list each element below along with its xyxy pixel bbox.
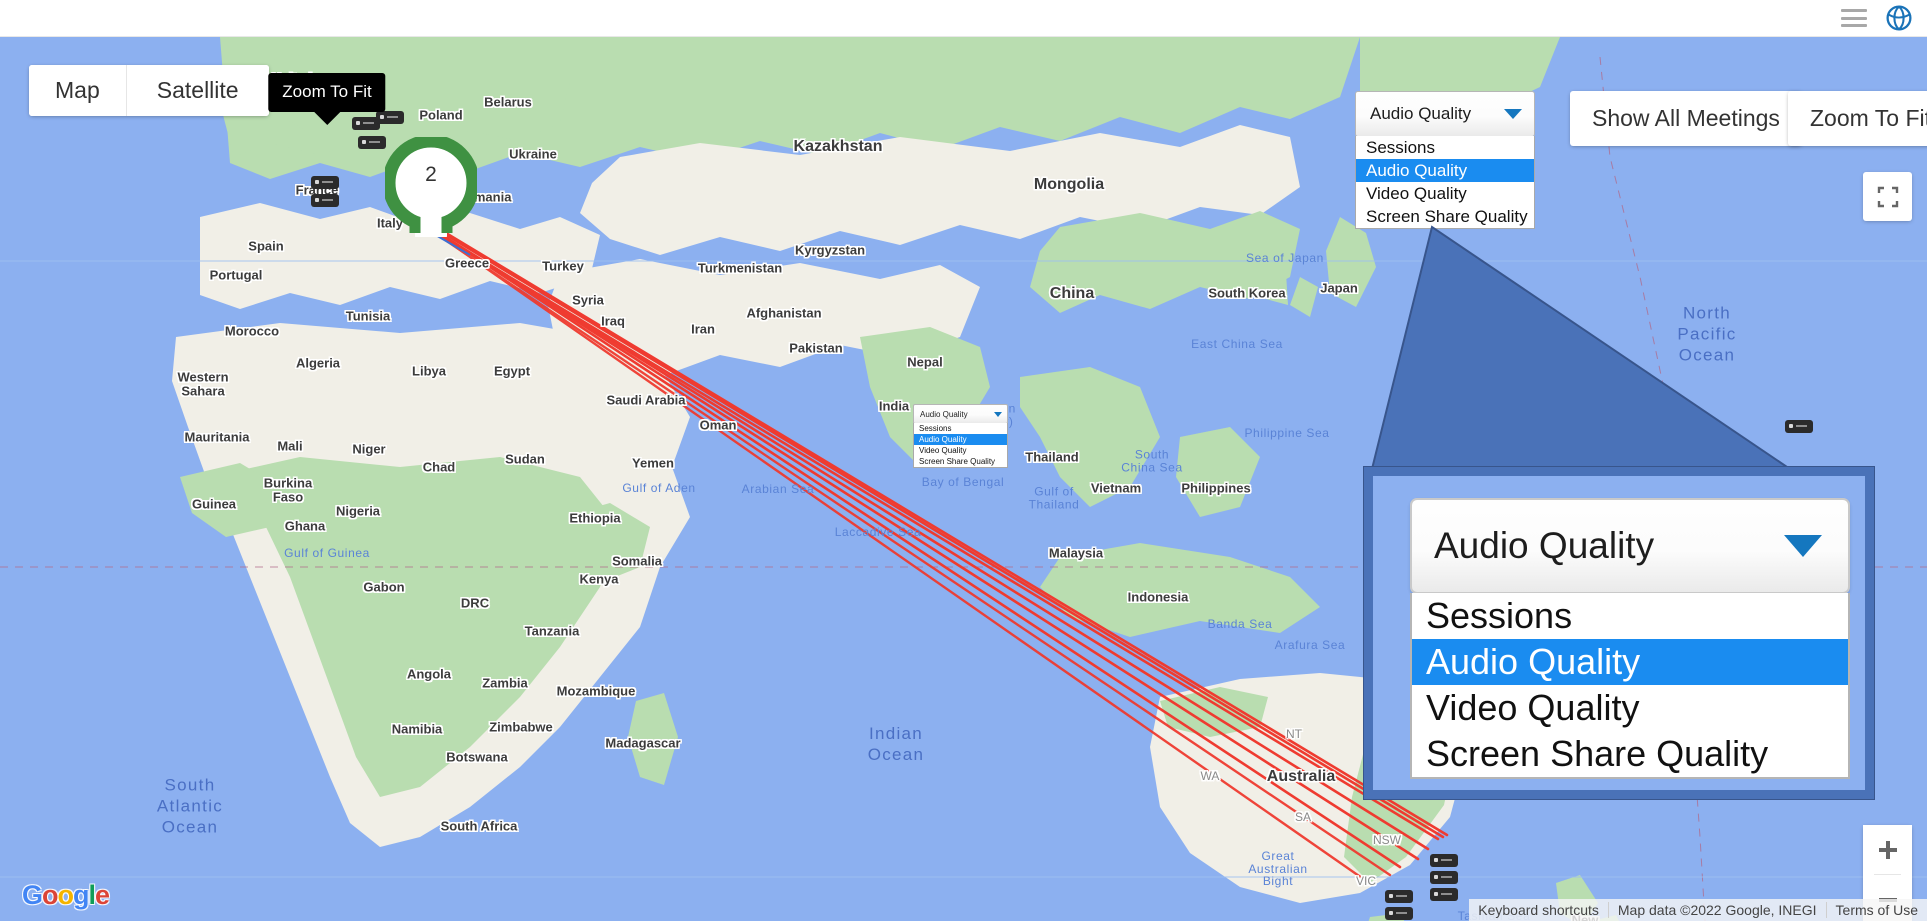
show-all-meetings-button[interactable]: Show All Meetings	[1570, 91, 1802, 146]
metric-select-magnified-list[interactable]: Sessions Audio Quality Video Quality Screen…	[1410, 593, 1850, 779]
google-logo-letter: o	[42, 880, 58, 910]
map-attribution: Keyboard shortcuts Map data ©2022 Google…	[1469, 899, 1927, 921]
metric-select[interactable]: Audio Quality Sessions Audio Quality Video…	[1355, 91, 1535, 229]
metric-select-box[interactable]: Audio Quality	[1355, 91, 1535, 137]
google-logo: Google	[22, 880, 110, 911]
google-logo-letter: o	[57, 880, 74, 910]
metric-select-magnified-box[interactable]: Audio Quality	[1410, 498, 1850, 594]
server-marker[interactable]	[1385, 890, 1413, 903]
magnifier-panel: Audio Quality Sessions Audio Quality Video…	[1364, 467, 1874, 799]
zoom-in-button[interactable]	[1863, 825, 1912, 874]
server-marker[interactable]	[376, 111, 404, 124]
server-marker[interactable]	[311, 176, 339, 189]
server-marker[interactable]	[1785, 420, 1813, 433]
chevron-down-icon	[994, 411, 1002, 417]
server-marker[interactable]	[1385, 907, 1413, 920]
metric-select-list[interactable]: Sessions Audio Quality Video Quality Screen…	[1355, 136, 1535, 229]
server-marker[interactable]	[1430, 888, 1458, 901]
map-data-text: Map data ©2022 Google, INEGI	[1607, 902, 1826, 918]
app-top-bar	[0, 0, 1927, 37]
metric-option-screen-share-quality[interactable]: Screen Share Quality	[1356, 205, 1534, 228]
zoom-to-fit-button[interactable]: Zoom To Fit	[1788, 91, 1927, 146]
metric-option-sessions[interactable]: Sessions	[1356, 136, 1534, 159]
metric-select-small[interactable]: Audio Quality Sessions Audio Quality Video…	[913, 404, 1008, 468]
server-marker[interactable]	[1430, 854, 1458, 867]
metric-option-sessions[interactable]: Sessions	[1412, 593, 1848, 639]
zoom-to-fit-tooltip: Zoom To Fit	[268, 73, 386, 112]
chevron-down-icon	[1504, 109, 1522, 119]
terms-of-use-link[interactable]: Terms of Use	[1825, 902, 1927, 918]
map-type-control[interactable]: Map Satellite	[29, 65, 269, 116]
google-logo-letter: e	[95, 880, 110, 910]
metric-option-video-quality[interactable]: Video Quality	[914, 445, 1007, 456]
server-marker[interactable]	[1430, 871, 1458, 884]
cluster-count: 2	[425, 163, 437, 186]
google-logo-letter: G	[22, 880, 43, 910]
plus-icon	[1878, 840, 1897, 859]
chevron-down-icon	[1784, 535, 1822, 557]
fullscreen-icon	[1877, 186, 1898, 207]
metric-option-audio-quality[interactable]: Audio Quality	[1356, 159, 1534, 182]
metric-option-screen-share-quality[interactable]: Screen Share Quality	[914, 456, 1007, 467]
metric-option-audio-quality[interactable]: Audio Quality	[914, 434, 1007, 445]
server-marker[interactable]	[311, 194, 339, 207]
metric-select-small-list[interactable]: Sessions Audio Quality Video Quality Screen…	[913, 423, 1008, 468]
metric-select-value: Audio Quality	[1370, 104, 1472, 123]
metric-option-sessions[interactable]: Sessions	[914, 423, 1007, 434]
globe-logo-icon	[1886, 5, 1912, 31]
server-marker[interactable]	[358, 136, 386, 149]
hamburger-icon[interactable]	[1841, 9, 1867, 27]
fullscreen-button[interactable]	[1863, 172, 1912, 221]
cluster-ring-icon	[382, 134, 480, 251]
metric-option-video-quality[interactable]: Video Quality	[1412, 685, 1848, 731]
metric-option-audio-quality[interactable]: Audio Quality	[1412, 639, 1848, 685]
metric-option-video-quality[interactable]: Video Quality	[1356, 182, 1534, 205]
metric-select-magnified[interactable]: Audio Quality Sessions Audio Quality Video…	[1410, 498, 1850, 779]
map-type-map-button[interactable]: Map	[29, 65, 126, 116]
metric-select-magnified-value: Audio Quality	[1434, 525, 1655, 566]
metric-option-screen-share-quality[interactable]: Screen Share Quality	[1412, 731, 1848, 777]
metric-select-small-box[interactable]: Audio Quality	[913, 404, 1008, 424]
metric-select-small-value: Audio Quality	[920, 409, 968, 419]
meeting-cluster-marker[interactable]: 2	[382, 134, 480, 251]
keyboard-shortcuts-link[interactable]: Keyboard shortcuts	[1469, 902, 1608, 918]
map-viewport[interactable]: United KingdomBelarusPolandUkraineKazakh…	[0, 37, 1927, 921]
google-logo-letter: g	[73, 880, 89, 910]
map-type-satellite-button[interactable]: Satellite	[125, 65, 269, 116]
